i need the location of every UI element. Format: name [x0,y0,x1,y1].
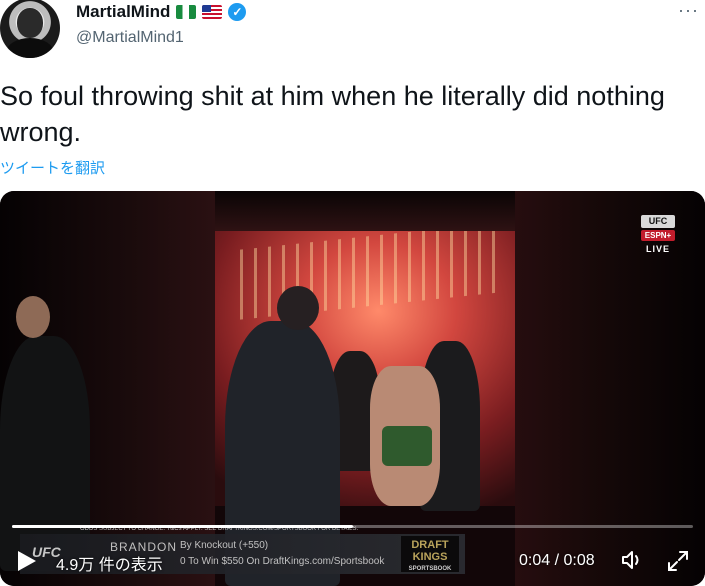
play-icon[interactable] [18,551,36,571]
tweet-text: So foul throwing shit at him when he lit… [0,81,665,147]
translate-tweet-link[interactable]: ツイートを翻訳 [0,157,105,178]
avatar-face [17,8,43,38]
verified-badge-icon[interactable]: ✓ [228,3,247,21]
video-time: 0:04 / 0:08 [519,552,595,569]
video-controls: 4.9万 件の表示 0:04 / 0:08 [0,539,705,586]
video-progress-fill [12,525,353,528]
volume-icon[interactable] [620,549,644,571]
fighter-shorts [382,426,432,466]
live-label: LIVE [645,244,670,254]
video-player[interactable]: UFC ESPN+ LIVE ODDS SUBJECT TO CHANGE. T… [0,191,705,586]
cornerman-head [277,286,319,330]
nigeria-flag-icon [176,5,197,19]
author-handle[interactable]: @MartialMind1 [76,29,184,47]
video-progress-bar[interactable] [12,525,693,528]
broadcast-bug: UFC ESPN+ LIVE [641,215,675,255]
more-options-icon[interactable]: ··· [678,0,699,21]
author-avatar[interactable] [0,0,60,58]
bystander-left-head [16,296,50,338]
avatar-shirt [6,38,54,58]
espn-bug-label: ESPN+ [641,230,675,241]
view-count: 4.9万 件の表示 [56,557,163,574]
ufc-bug-label: UFC [641,215,675,228]
fullscreen-icon[interactable] [666,549,690,573]
author-display-name[interactable]: MartialMind [76,2,170,22]
usa-flag-icon [202,5,223,19]
author-name-row: MartialMind ✓ [76,2,247,22]
